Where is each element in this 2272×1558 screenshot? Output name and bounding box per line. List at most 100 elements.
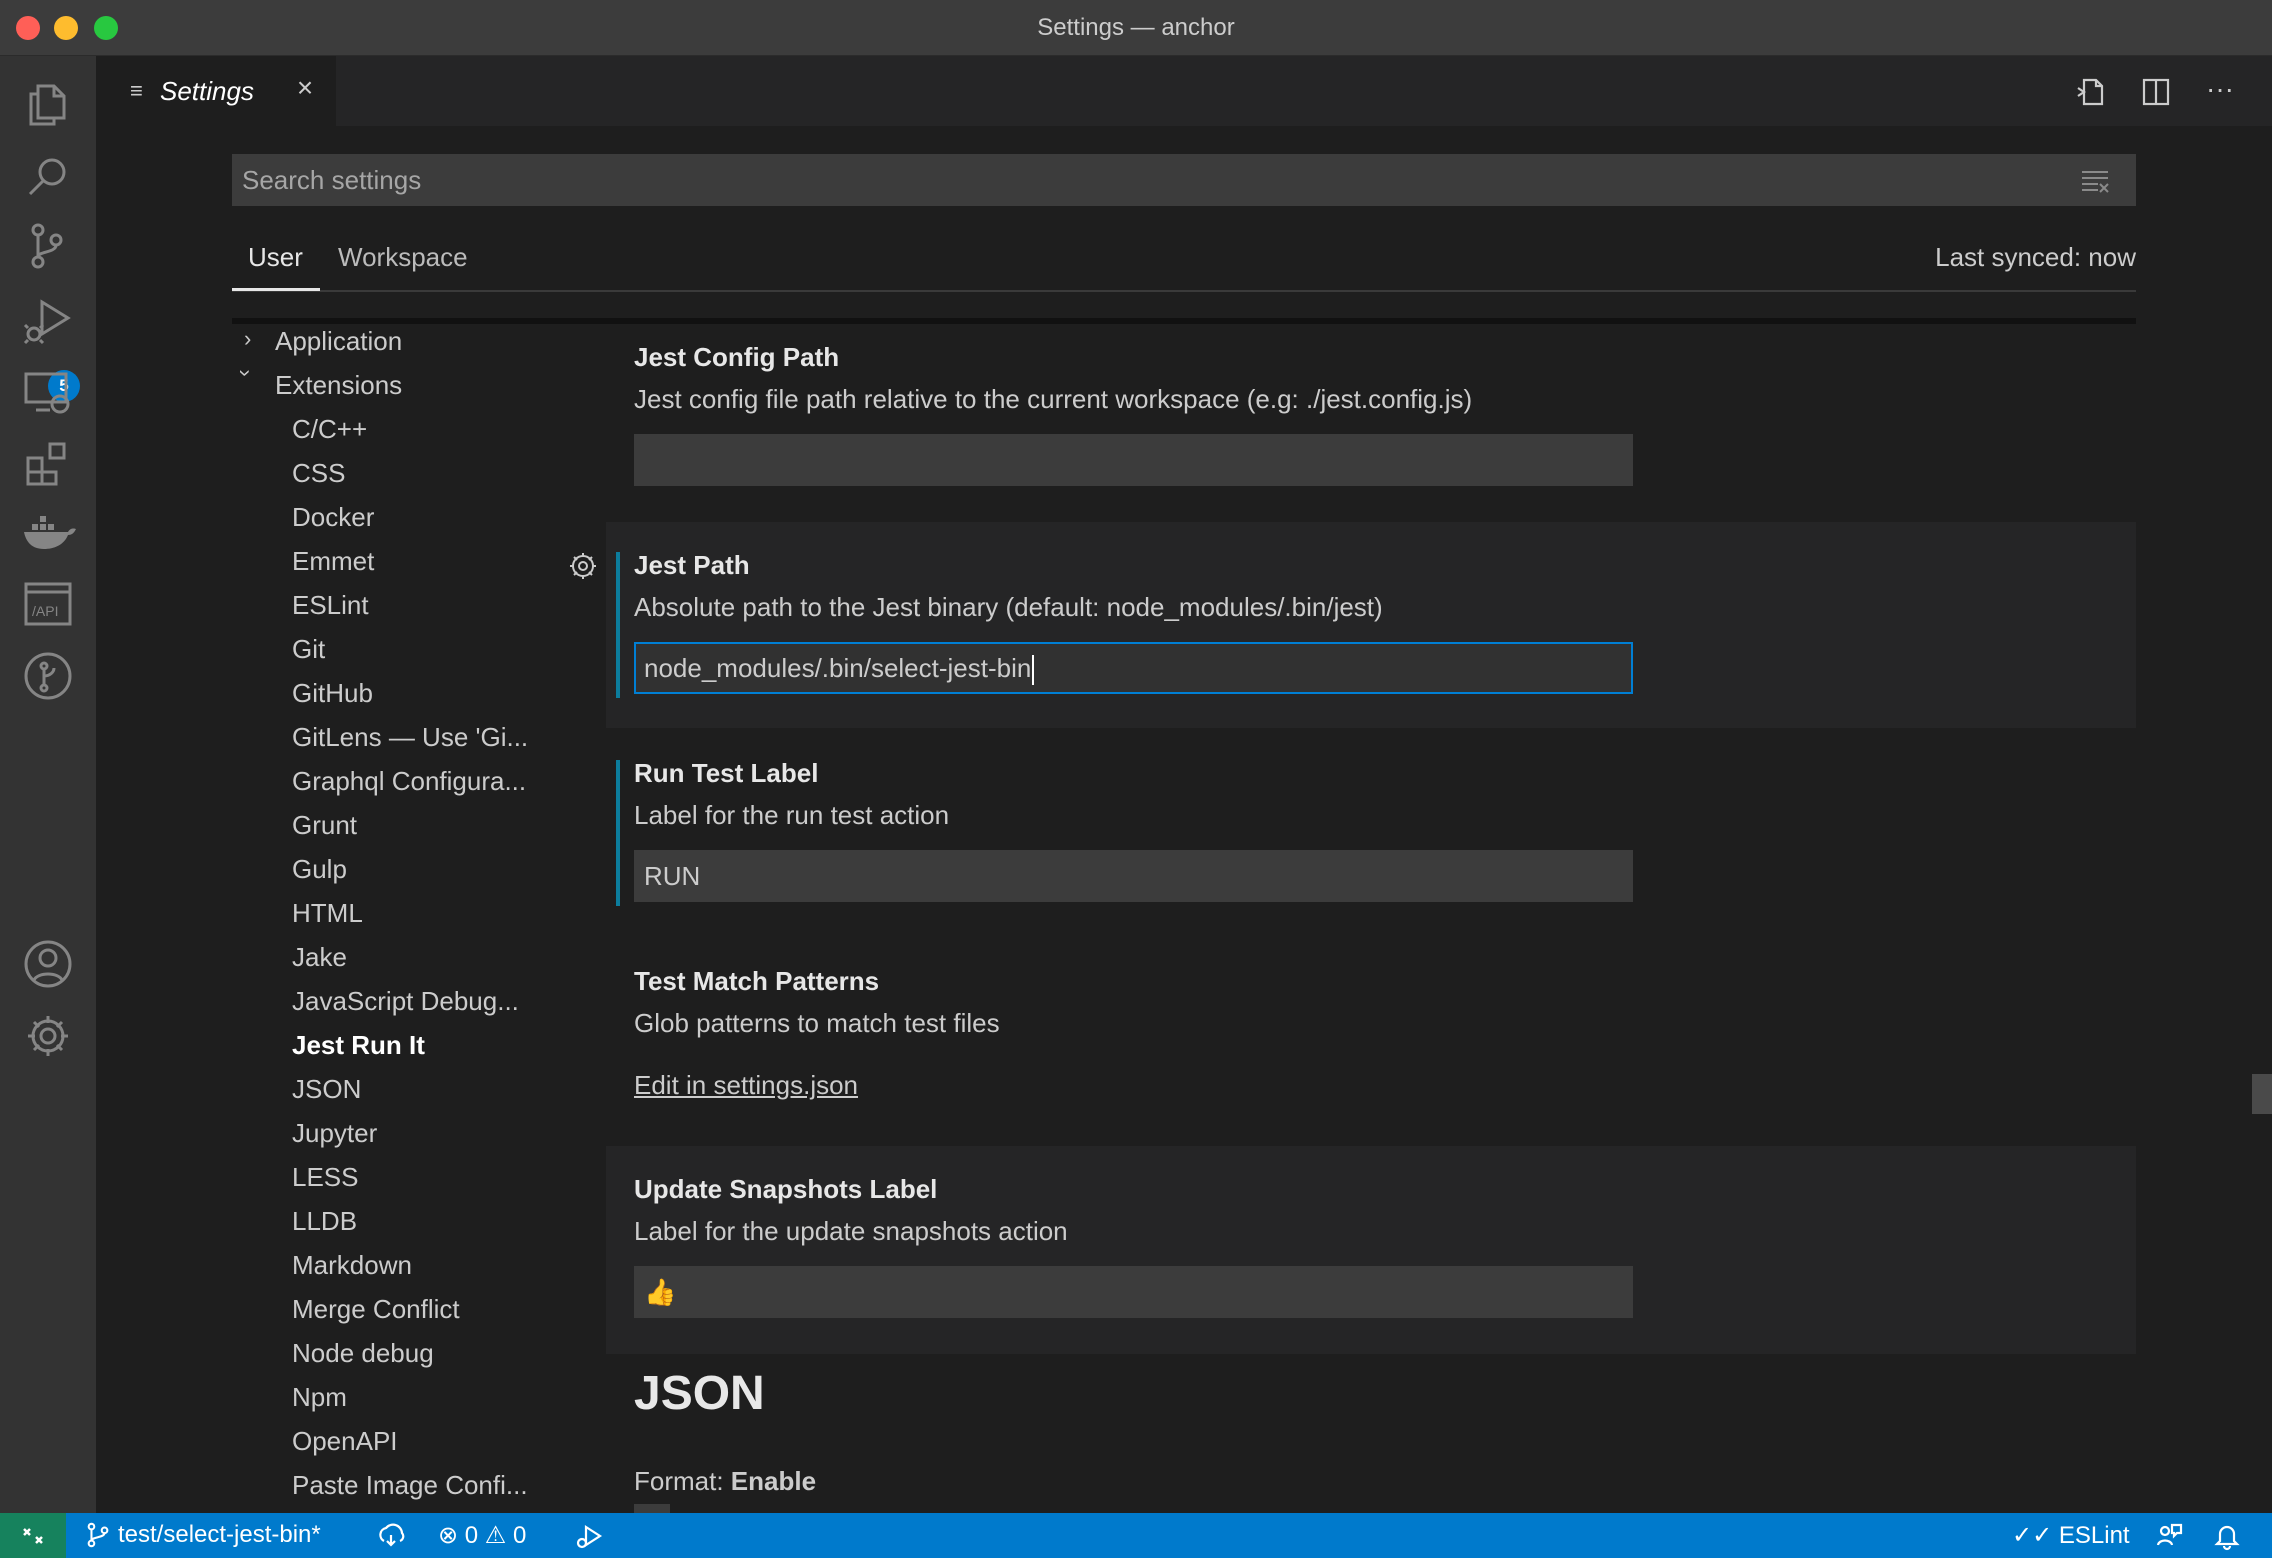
setting-name: Enable [730,1466,817,1496]
api-icon[interactable]: /API [18,574,78,634]
toc-item[interactable]: OpenAPI [292,1426,398,1457]
modified-indicator [616,760,620,906]
eslint-status[interactable]: ✓✓ ESLint [2012,1521,2130,1550]
title-bar: Settings — anchor [0,0,2272,56]
toc-application[interactable]: Application [275,326,402,357]
setting-title: Test Match Patterns [634,966,880,996]
manage-gear-icon[interactable] [18,1006,78,1066]
tab-workspace[interactable]: Workspace [338,242,468,273]
active-tab-indicator [232,288,320,291]
toc-item[interactable]: Paste Image Confi... [292,1470,528,1501]
toc-item[interactable]: Merge Conflict [292,1294,460,1325]
focused-setting-row [606,522,2136,728]
clear-filter-icon[interactable] [2080,166,2110,194]
toc-item[interactable]: HTML [292,898,363,929]
toc-item[interactable]: Node debug [292,1338,434,1369]
explorer-icon[interactable] [18,74,78,134]
feedback-icon[interactable] [2154,1521,2184,1551]
close-tab-button[interactable]: × [290,72,320,104]
setting-title: Run Test Label [634,758,819,788]
toc-item[interactable]: Jake [292,942,347,973]
last-synced-status: Last synced: now [1935,242,2136,272]
remote-explorer-icon[interactable] [18,362,78,422]
header-divider [232,318,2136,324]
debug-launch-icon[interactable] [574,1521,604,1551]
more-actions-icon[interactable]: ··· [2202,74,2238,110]
format-enable-title: Format: Enable [634,1466,816,1497]
scrollbar-thumb[interactable] [2252,1074,2272,1114]
status-bar: test/select-jest-bin* ⊗ 0 ⚠ 0 ✓✓ ESLint [0,1513,2272,1558]
toc-item[interactable]: Git [292,634,325,665]
toc-item[interactable]: ESLint [292,590,369,621]
tab-bar: ≡ Settings × ··· [96,56,2272,126]
setting-title: Jest Config Path [634,342,840,372]
setting-description: Label for the run test action [634,800,950,830]
git-graph-icon[interactable] [18,646,78,706]
run-debug-icon[interactable] [18,290,78,350]
settings-list-icon: ≡ [130,78,143,103]
settings-scope-tabs: User Workspace Last synced: now [232,236,2136,292]
branch-icon [87,1522,109,1548]
remote-indicator[interactable] [0,1513,66,1558]
toc-item[interactable]: Npm [292,1382,347,1413]
setting-description: Absolute path to the Jest binary (defaul… [634,592,1383,622]
edit-in-settings-json-link[interactable]: Edit in settings.json [634,1070,858,1101]
search-icon[interactable] [18,146,78,206]
toc-item[interactable]: Jest Run It [292,1030,425,1061]
toc-item[interactable]: C/C++ [292,414,367,445]
toc-item[interactable]: GitHub [292,678,373,709]
toc-item[interactable]: JSON [292,1074,361,1105]
activity-bar: 5 /API [0,56,96,1513]
jest-config-path-input[interactable] [634,434,1633,486]
search-settings-input[interactable] [232,154,2052,206]
account-icon[interactable] [18,934,78,994]
branch-name[interactable]: test/select-jest-bin* [118,1521,321,1549]
text-cursor [1032,655,1035,686]
eslint-label: ESLint [2058,1522,2130,1549]
search-settings-box [232,154,2136,206]
setting-description: Label for the update snapshots action [634,1216,1068,1246]
problems-status[interactable]: ⊗ 0 ⚠ 0 [438,1521,526,1550]
jest-path-value: node_modules/.bin/select-jest-bin [644,653,1032,683]
extensions-icon[interactable] [18,432,78,492]
tab-settings[interactable]: ≡ Settings × [96,56,336,126]
toc-item[interactable]: LLDB [292,1206,357,1237]
toc-item[interactable]: Markdown [292,1250,412,1281]
window-title: Settings — anchor [1037,14,1235,41]
run-test-label-input[interactable]: RUN [634,850,1633,902]
toc-extensions[interactable]: Extensions [275,370,402,401]
setting-title: Update Snapshots Label [634,1174,938,1204]
section-heading-json: JSON [634,1367,765,1420]
toc-item[interactable]: JavaScript Debug... [292,986,519,1017]
update-snapshots-label-input[interactable]: 👍 [634,1266,1633,1318]
split-editor-icon[interactable] [2138,74,2174,110]
toc-item[interactable]: Gulp [292,854,347,885]
svg-text:/API: /API [32,603,58,619]
toc-item[interactable]: CSS [292,458,345,489]
toc-item[interactable]: Emmet [292,546,374,577]
open-settings-json-icon[interactable] [2074,74,2110,110]
chevron-right-icon: › [244,326,252,351]
toc-item[interactable]: Graphql Configura... [292,766,526,797]
toc-item[interactable]: Jupyter [292,1118,377,1149]
toc-item[interactable]: LESS [292,1162,359,1193]
toc-item[interactable]: Docker [292,502,374,533]
toc-item[interactable]: Grunt [292,810,357,841]
remote-icon [23,1528,43,1544]
error-count: 0 [464,1522,479,1549]
chevron-down-icon: › [233,369,259,377]
setting-title: Jest Path [634,550,750,580]
docker-icon[interactable] [18,502,78,562]
source-control-icon[interactable] [18,216,78,276]
jest-path-input[interactable]: node_modules/.bin/select-jest-bin [634,642,1633,694]
sync-icon[interactable] [376,1521,406,1551]
setting-description: Jest config file path relative to the cu… [634,384,1473,414]
tab-user[interactable]: User [248,242,303,273]
setting-gear-icon[interactable] [568,551,598,581]
toc-item[interactable]: GitLens — Use 'Gi... [292,722,528,753]
setting-description: Glob patterns to match test files [634,1008,1000,1038]
modified-indicator [616,552,620,698]
tab-settings-label: Settings [160,76,254,106]
warning-count: 0 [513,1522,527,1549]
notifications-bell-icon[interactable] [2212,1521,2242,1551]
